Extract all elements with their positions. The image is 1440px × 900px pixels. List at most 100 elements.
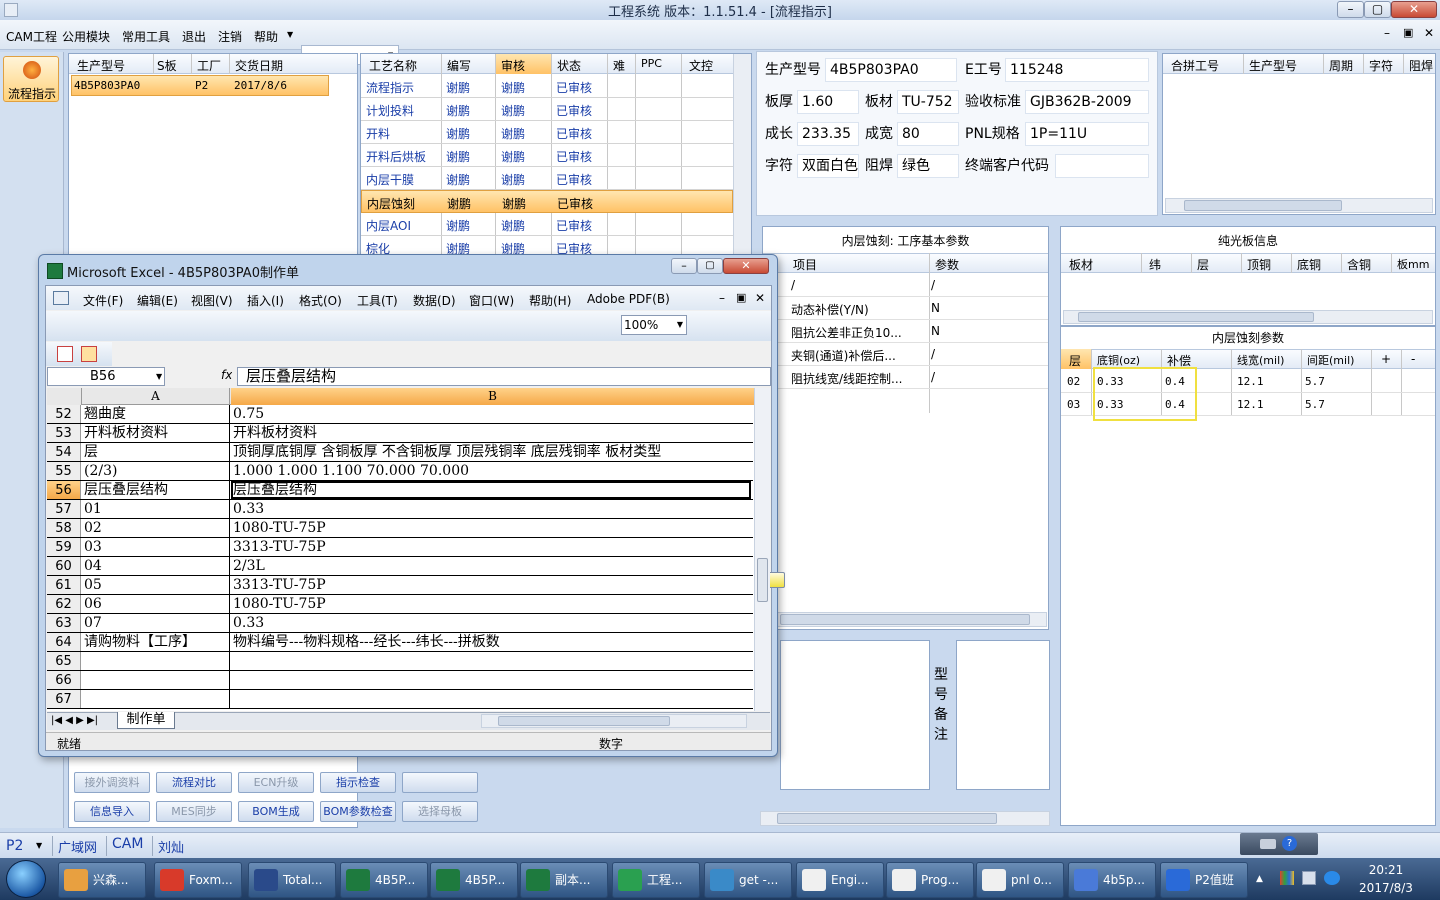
row-number[interactable]: 55 <box>47 462 81 480</box>
row-number[interactable]: 64 <box>47 633 81 651</box>
eno-field[interactable]: 115248 <box>1005 58 1149 82</box>
inner-header-plus[interactable]: + <box>1381 352 1391 366</box>
merge-header-eno[interactable]: 合拼工号 <box>1171 57 1219 74</box>
mdi-close-icon[interactable]: ✕ <box>1424 26 1434 40</box>
order-header-s[interactable]: S板 <box>157 57 177 74</box>
taskbar-item[interactable]: pnl o... <box>976 862 1064 898</box>
sheet-vscroll[interactable] <box>754 388 770 711</box>
tray-app-icon[interactable] <box>1324 871 1340 885</box>
pure-header-mm[interactable]: 板mm <box>1397 256 1429 272</box>
cell-a[interactable]: 04 <box>82 557 230 575</box>
maximize-button[interactable]: ▢ <box>1364 1 1391 18</box>
sheet-row[interactable]: 62 06 1080-TU-75P <box>47 595 753 614</box>
pnl-field[interactable]: 1P=11U <box>1025 122 1149 146</box>
col-a-header[interactable]: A <box>82 388 230 405</box>
sheet-row[interactable]: 64 请购物料【工序】 物料编号---物料规格---经长---纬长---拼板数 <box>47 633 753 652</box>
sheet-row[interactable]: 57 01 0.33 <box>47 500 753 519</box>
pure-header-layer[interactable]: 层 <box>1197 256 1209 273</box>
process-row[interactable]: 流程指示 谢鹏 谢鹏 已审核 <box>361 75 733 98</box>
menu-cam[interactable]: CAM工程 <box>6 28 57 45</box>
cell-b[interactable] <box>231 652 751 670</box>
row-number[interactable]: 66 <box>47 671 81 689</box>
sheet-row[interactable]: 54 层 顶铜厚底铜厚 含铜板厚 不含铜板厚 顶层残铜率 底层残铜率 板材类型 <box>47 443 753 462</box>
pure-header-weft[interactable]: 纬 <box>1149 256 1161 273</box>
sheet-row[interactable]: 56 层压叠层结构 层压叠层结构 <box>47 481 753 500</box>
merge-header-model[interactable]: 生产型号 <box>1249 57 1297 74</box>
cell-b[interactable]: 1080-TU-75P <box>231 519 751 537</box>
cell-a[interactable]: 层压叠层结构 <box>82 481 230 499</box>
order-header-factory[interactable]: 工厂 <box>197 57 221 74</box>
row-number[interactable]: 52 <box>47 405 81 423</box>
mdi-restore-icon[interactable]: ▣ <box>1403 26 1413 39</box>
order-header-model[interactable]: 生产型号 <box>77 57 125 74</box>
customer-field[interactable] <box>1055 154 1149 178</box>
tray-arrow-icon[interactable]: ▲ <box>1256 874 1263 884</box>
select-all-corner[interactable] <box>47 388 82 405</box>
taskbar-item[interactable]: Engi... <box>796 862 884 898</box>
col-b-header[interactable]: B <box>231 388 754 405</box>
cell-b[interactable]: 开料板材资料 <box>231 424 751 442</box>
cell-a[interactable]: 03 <box>82 538 230 556</box>
action-button[interactable]: BOM参数检查 <box>320 801 396 822</box>
action-button[interactable]: 流程对比 <box>156 772 232 793</box>
row-number[interactable]: 58 <box>47 519 81 537</box>
pure-header-material[interactable]: 板材 <box>1069 256 1093 273</box>
etch-row[interactable]: 动态补偿(Y/N) N <box>763 297 1048 320</box>
action-button[interactable]: 指示检查 <box>320 772 396 793</box>
tray-network-icon[interactable] <box>1302 871 1316 885</box>
row-number[interactable]: 60 <box>47 557 81 575</box>
taskbar-item[interactable]: 副本... <box>520 862 608 898</box>
menu-help[interactable]: 帮助 <box>254 28 278 45</box>
cell-a[interactable]: 翘曲度 <box>82 405 230 423</box>
process-header-hard[interactable]: 难 <box>613 57 625 74</box>
cell-b[interactable]: 0.33 <box>231 500 751 518</box>
tray-date[interactable]: 2017/8/3 <box>1346 881 1426 895</box>
menu-logout[interactable]: 注销 <box>218 28 242 45</box>
process-header-name[interactable]: 工艺名称 <box>369 57 417 74</box>
taskbar-item[interactable]: get -... <box>704 862 792 898</box>
row-number[interactable]: 62 <box>47 595 81 613</box>
process-header-doc[interactable]: 文控 <box>689 57 713 74</box>
minimize-button[interactable]: – <box>1337 1 1364 18</box>
width-field[interactable]: 80 <box>897 122 959 146</box>
process-scrollbar[interactable] <box>733 54 751 262</box>
status-p2-arrow-icon[interactable]: ▼ <box>36 841 42 850</box>
pdf-icon[interactable] <box>57 346 73 362</box>
taskbar-item[interactable]: 4B5P... <box>340 862 428 898</box>
action-button[interactable]: 接外调资料 <box>74 772 150 793</box>
tray-time[interactable]: 20:21 <box>1346 863 1426 877</box>
action-button[interactable]: 信息导入 <box>74 801 150 822</box>
excel-close-button[interactable]: ✕ <box>723 258 769 274</box>
sheet-row[interactable]: 58 02 1080-TU-75P <box>47 519 753 538</box>
row-number[interactable]: 61 <box>47 576 81 594</box>
etch-row[interactable]: 夹铜(通道)补偿后... / <box>763 343 1048 366</box>
order-row[interactable]: 4B5P803PA0 P2 2017/8/6 <box>71 75 329 96</box>
process-header-ppc[interactable]: PPC <box>641 57 662 70</box>
etch-hscroll[interactable] <box>777 612 1047 627</box>
pure-header-topcu[interactable]: 顶铜 <box>1247 256 1271 273</box>
merge-header-cycle[interactable]: 周期 <box>1329 57 1353 74</box>
etch-row[interactable]: 阻抗线宽/线距控制... / <box>763 366 1048 389</box>
action-button[interactable] <box>402 772 478 793</box>
taskbar-item[interactable]: P2值班 <box>1160 862 1248 898</box>
excel-maximize-button[interactable]: ▢ <box>697 258 723 274</box>
sheet-row[interactable]: 63 07 0.33 <box>47 614 753 633</box>
merge-header-char[interactable]: 字符 <box>1369 57 1393 74</box>
sheet-row[interactable]: 52 翘曲度 0.75 <box>47 405 753 424</box>
process-header-writer[interactable]: 编写 <box>447 57 471 74</box>
inner-header-minus[interactable]: - <box>1411 352 1415 366</box>
pure-hscroll[interactable] <box>1063 310 1433 324</box>
pure-header-withcu[interactable]: 含铜 <box>1347 256 1371 273</box>
row-number[interactable]: 53 <box>47 424 81 442</box>
close-button[interactable]: ✕ <box>1391 1 1437 18</box>
help-icon[interactable]: ? <box>1282 836 1297 851</box>
fx-icon[interactable]: fx <box>221 368 232 382</box>
mdi-minimize-icon[interactable]: – <box>1384 26 1390 40</box>
action-button[interactable]: ECN升级 <box>238 772 314 793</box>
merge-header-mask[interactable]: 阻焊 <box>1409 57 1433 74</box>
excel-menu-item[interactable]: 文件(F) <box>83 292 123 309</box>
row-number[interactable]: 56 <box>47 481 81 499</box>
process-row[interactable]: 内层AOI 谢鹏 谢鹏 已审核 <box>361 213 733 236</box>
cell-b[interactable]: 0.33 <box>231 614 751 632</box>
cell-b[interactable]: 3313-TU-75P <box>231 538 751 556</box>
